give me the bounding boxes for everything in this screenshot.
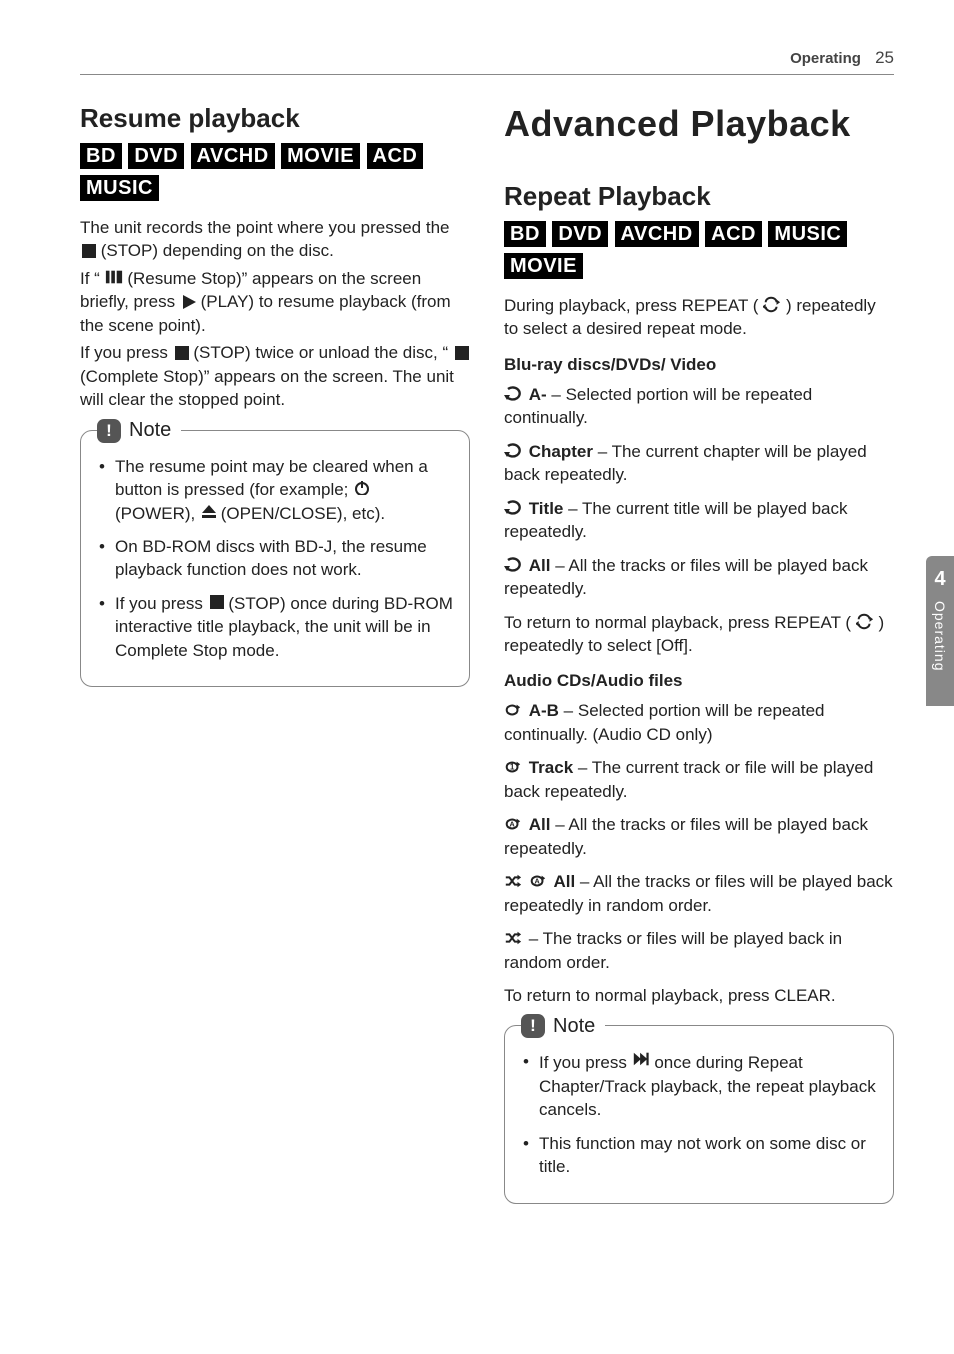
eject-icon: [200, 503, 216, 519]
badge-dvd: DVD: [552, 221, 608, 247]
badge-bd: BD: [80, 143, 122, 169]
mode-title: Title – The current title will be played…: [504, 497, 894, 544]
left-column: Resume playback BD DVD AVCHD MOVIE ACD M…: [80, 103, 470, 1204]
mode-track: Track – The current track or file will b…: [504, 756, 894, 803]
loop-one-icon: [504, 758, 522, 776]
mode-all-bd: All – All the tracks or files will be pl…: [504, 554, 894, 601]
badge-music: MUSIC: [768, 221, 847, 247]
loop-all-icon: [504, 815, 522, 833]
loop-icon: [504, 701, 522, 719]
mode-ab: A-B – Selected portion will be repeated …: [504, 699, 894, 746]
note-label: Note: [129, 419, 171, 442]
resume-p1: The unit records the point where you pre…: [80, 216, 470, 263]
resume-note-2: On BD-ROM discs with BD-J, the resume pl…: [99, 535, 453, 582]
badge-music: MUSIC: [80, 175, 159, 201]
repeat-icon: [763, 295, 781, 313]
resume-p2: If “ (Resume Stop)” appears on the scree…: [80, 267, 470, 337]
badge-bd: BD: [504, 221, 546, 247]
repeat-note-1: If you press once during Repeat Chapter/…: [523, 1050, 877, 1121]
repeat-note-2: This function may not work on some disc …: [523, 1132, 877, 1179]
shuffle-icon: [504, 872, 522, 890]
stop-icon: [453, 344, 469, 360]
resume-playback-heading: Resume playback: [80, 103, 470, 134]
bd-return: To return to normal playback, press REPE…: [504, 611, 894, 658]
power-icon: [353, 479, 369, 495]
resume-note-1: The resume point may be cleared when a b…: [99, 455, 453, 525]
header-section: Operating: [790, 50, 861, 67]
badge-avchd: AVCHD: [191, 143, 275, 169]
stop-icon: [208, 593, 224, 609]
repeat-arrow-icon: [504, 556, 522, 574]
repeat-badges: BD DVD AVCHD ACD MUSIC MOVIE: [504, 220, 894, 284]
play-icon: [180, 293, 196, 309]
resume-note-3: If you press (STOP) once during BD-ROM i…: [99, 592, 453, 662]
next-track-icon: [632, 1050, 650, 1068]
badge-acd: ACD: [367, 143, 424, 169]
repeat-note-box: ! Note If you press once during Repeat C…: [504, 1025, 894, 1203]
mode-all-audio: All – All the tracks or files will be pl…: [504, 813, 894, 860]
audio-return: To return to normal playback, press CLEA…: [504, 984, 894, 1007]
repeat-arrow-icon: [504, 442, 522, 460]
note-tab: ! Note: [97, 419, 181, 443]
mode-chapter: Chapter – The current chapter will be pl…: [504, 440, 894, 487]
side-tab-label: Operating: [932, 601, 948, 671]
badge-movie: MOVIE: [504, 253, 583, 279]
page-header: Operating 25: [80, 48, 894, 75]
stop-icon: [173, 344, 189, 360]
mode-shuffle: – The tracks or files will be played bac…: [504, 927, 894, 974]
note-label: Note: [553, 1015, 595, 1038]
repeat-intro: During playback, press REPEAT ( ) repeat…: [504, 294, 894, 341]
chapter-side-tab: 4 Operating: [926, 556, 954, 706]
badge-acd: ACD: [705, 221, 762, 247]
repeat-icon: [856, 612, 874, 630]
badge-dvd: DVD: [128, 143, 184, 169]
shuffle-icon: [504, 929, 522, 947]
repeat-playback-heading: Repeat Playback: [504, 181, 894, 212]
badge-movie: MOVIE: [281, 143, 360, 169]
loop-all-icon: [529, 872, 547, 890]
resume-note-box: ! Note The resume point may be cleared w…: [80, 430, 470, 688]
side-tab-number: 4: [934, 568, 945, 591]
note-bang-icon: !: [97, 419, 121, 443]
header-page-number: 25: [875, 48, 894, 67]
heading-bluray: Blu-ray discs/DVDs/ Video: [504, 355, 894, 375]
resume-badges: BD DVD AVCHD MOVIE ACD MUSIC: [80, 142, 470, 206]
mode-a: A- – Selected portion will be repeated c…: [504, 383, 894, 430]
badge-avchd: AVCHD: [615, 221, 699, 247]
advanced-playback-heading: Advanced Playback: [504, 103, 894, 145]
heading-audio: Audio CDs/Audio files: [504, 671, 894, 691]
repeat-arrow-icon: [504, 385, 522, 403]
right-column: Advanced Playback Repeat Playback BD DVD…: [504, 103, 894, 1204]
stop-icon: [80, 242, 96, 258]
pause-stop-icon: [105, 268, 123, 286]
resume-p3: If you press (STOP) twice or unload the …: [80, 341, 470, 411]
note-tab: ! Note: [521, 1014, 605, 1038]
repeat-arrow-icon: [504, 499, 522, 517]
note-bang-icon: !: [521, 1014, 545, 1038]
mode-shuffle-all: All – All the tracks or files will be pl…: [504, 870, 894, 917]
